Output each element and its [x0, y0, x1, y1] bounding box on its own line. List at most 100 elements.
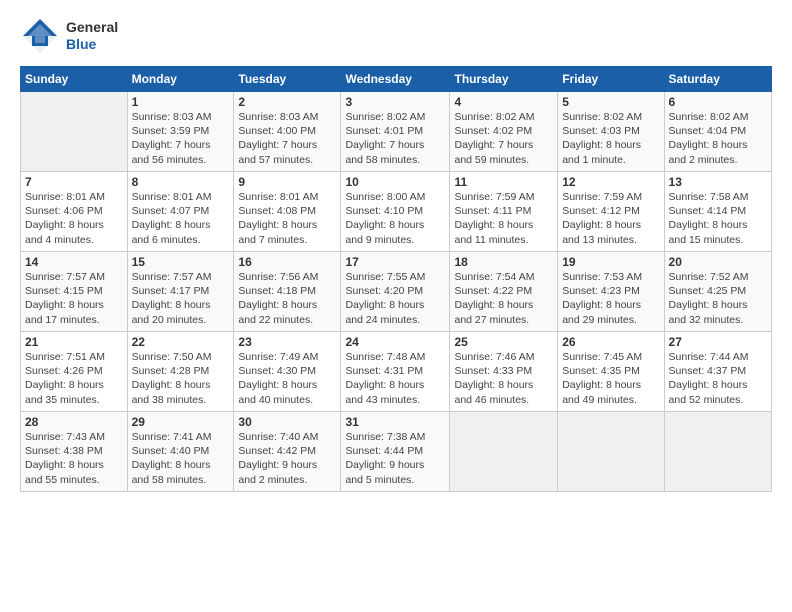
day-info: Sunrise: 7:56 AM Sunset: 4:18 PM Dayligh…	[238, 270, 336, 327]
calendar-week-row: 14Sunrise: 7:57 AM Sunset: 4:15 PM Dayli…	[21, 252, 772, 332]
calendar-cell: 25Sunrise: 7:46 AM Sunset: 4:33 PM Dayli…	[450, 332, 558, 412]
day-info: Sunrise: 8:02 AM Sunset: 4:02 PM Dayligh…	[454, 110, 553, 167]
day-number: 25	[454, 335, 553, 349]
weekday-header-monday: Monday	[127, 67, 234, 92]
day-number: 18	[454, 255, 553, 269]
day-number: 22	[132, 335, 230, 349]
day-number: 27	[669, 335, 767, 349]
day-info: Sunrise: 8:02 AM Sunset: 4:04 PM Dayligh…	[669, 110, 767, 167]
calendar-cell: 3Sunrise: 8:02 AM Sunset: 4:01 PM Daylig…	[341, 92, 450, 172]
calendar-cell: 8Sunrise: 8:01 AM Sunset: 4:07 PM Daylig…	[127, 172, 234, 252]
day-number: 15	[132, 255, 230, 269]
day-number: 7	[25, 175, 123, 189]
day-number: 17	[345, 255, 445, 269]
day-info: Sunrise: 7:53 AM Sunset: 4:23 PM Dayligh…	[562, 270, 659, 327]
logo-blue-text: Blue	[66, 36, 118, 53]
calendar-cell: 11Sunrise: 7:59 AM Sunset: 4:11 PM Dayli…	[450, 172, 558, 252]
calendar-cell: 14Sunrise: 7:57 AM Sunset: 4:15 PM Dayli…	[21, 252, 128, 332]
calendar-cell: 18Sunrise: 7:54 AM Sunset: 4:22 PM Dayli…	[450, 252, 558, 332]
day-number: 4	[454, 95, 553, 109]
calendar-cell: 31Sunrise: 7:38 AM Sunset: 4:44 PM Dayli…	[341, 412, 450, 492]
day-info: Sunrise: 7:40 AM Sunset: 4:42 PM Dayligh…	[238, 430, 336, 487]
day-number: 6	[669, 95, 767, 109]
calendar-week-row: 1Sunrise: 8:03 AM Sunset: 3:59 PM Daylig…	[21, 92, 772, 172]
logo: General Blue	[20, 16, 118, 56]
calendar-cell: 23Sunrise: 7:49 AM Sunset: 4:30 PM Dayli…	[234, 332, 341, 412]
day-number: 28	[25, 415, 123, 429]
day-number: 26	[562, 335, 659, 349]
weekday-header-friday: Friday	[558, 67, 664, 92]
day-info: Sunrise: 7:50 AM Sunset: 4:28 PM Dayligh…	[132, 350, 230, 407]
day-number: 8	[132, 175, 230, 189]
day-info: Sunrise: 7:43 AM Sunset: 4:38 PM Dayligh…	[25, 430, 123, 487]
calendar-cell: 27Sunrise: 7:44 AM Sunset: 4:37 PM Dayli…	[664, 332, 771, 412]
day-info: Sunrise: 7:51 AM Sunset: 4:26 PM Dayligh…	[25, 350, 123, 407]
page: General Blue SundayMondayTuesdayWednesda…	[0, 0, 792, 612]
calendar-cell: 1Sunrise: 8:03 AM Sunset: 3:59 PM Daylig…	[127, 92, 234, 172]
day-number: 10	[345, 175, 445, 189]
logo-text-container: General Blue	[66, 19, 118, 53]
calendar-cell: 21Sunrise: 7:51 AM Sunset: 4:26 PM Dayli…	[21, 332, 128, 412]
calendar-cell: 12Sunrise: 7:59 AM Sunset: 4:12 PM Dayli…	[558, 172, 664, 252]
day-info: Sunrise: 8:01 AM Sunset: 4:06 PM Dayligh…	[25, 190, 123, 247]
calendar-week-row: 28Sunrise: 7:43 AM Sunset: 4:38 PM Dayli…	[21, 412, 772, 492]
day-number: 24	[345, 335, 445, 349]
day-number: 20	[669, 255, 767, 269]
logo-svg	[20, 16, 60, 56]
day-number: 9	[238, 175, 336, 189]
day-info: Sunrise: 8:03 AM Sunset: 4:00 PM Dayligh…	[238, 110, 336, 167]
calendar-cell: 19Sunrise: 7:53 AM Sunset: 4:23 PM Dayli…	[558, 252, 664, 332]
day-info: Sunrise: 8:00 AM Sunset: 4:10 PM Dayligh…	[345, 190, 445, 247]
calendar-cell: 10Sunrise: 8:00 AM Sunset: 4:10 PM Dayli…	[341, 172, 450, 252]
calendar-cell: 2Sunrise: 8:03 AM Sunset: 4:00 PM Daylig…	[234, 92, 341, 172]
weekday-header-saturday: Saturday	[664, 67, 771, 92]
weekday-header-sunday: Sunday	[21, 67, 128, 92]
calendar-cell: 20Sunrise: 7:52 AM Sunset: 4:25 PM Dayli…	[664, 252, 771, 332]
day-number: 30	[238, 415, 336, 429]
logo-general-text: General	[66, 19, 118, 36]
day-info: Sunrise: 7:46 AM Sunset: 4:33 PM Dayligh…	[454, 350, 553, 407]
day-number: 29	[132, 415, 230, 429]
day-info: Sunrise: 7:52 AM Sunset: 4:25 PM Dayligh…	[669, 270, 767, 327]
day-number: 3	[345, 95, 445, 109]
day-info: Sunrise: 7:44 AM Sunset: 4:37 PM Dayligh…	[669, 350, 767, 407]
day-number: 14	[25, 255, 123, 269]
day-info: Sunrise: 8:02 AM Sunset: 4:03 PM Dayligh…	[562, 110, 659, 167]
calendar-cell: 30Sunrise: 7:40 AM Sunset: 4:42 PM Dayli…	[234, 412, 341, 492]
calendar-cell: 7Sunrise: 8:01 AM Sunset: 4:06 PM Daylig…	[21, 172, 128, 252]
day-info: Sunrise: 7:59 AM Sunset: 4:12 PM Dayligh…	[562, 190, 659, 247]
day-info: Sunrise: 7:41 AM Sunset: 4:40 PM Dayligh…	[132, 430, 230, 487]
calendar-cell: 16Sunrise: 7:56 AM Sunset: 4:18 PM Dayli…	[234, 252, 341, 332]
calendar-cell: 28Sunrise: 7:43 AM Sunset: 4:38 PM Dayli…	[21, 412, 128, 492]
day-info: Sunrise: 7:54 AM Sunset: 4:22 PM Dayligh…	[454, 270, 553, 327]
day-info: Sunrise: 7:45 AM Sunset: 4:35 PM Dayligh…	[562, 350, 659, 407]
calendar-week-row: 21Sunrise: 7:51 AM Sunset: 4:26 PM Dayli…	[21, 332, 772, 412]
day-info: Sunrise: 8:01 AM Sunset: 4:08 PM Dayligh…	[238, 190, 336, 247]
day-number: 31	[345, 415, 445, 429]
calendar-cell: 15Sunrise: 7:57 AM Sunset: 4:17 PM Dayli…	[127, 252, 234, 332]
header: General Blue	[20, 16, 772, 56]
day-info: Sunrise: 8:03 AM Sunset: 3:59 PM Dayligh…	[132, 110, 230, 167]
day-number: 1	[132, 95, 230, 109]
day-number: 11	[454, 175, 553, 189]
day-number: 5	[562, 95, 659, 109]
calendar-cell	[21, 92, 128, 172]
day-info: Sunrise: 7:58 AM Sunset: 4:14 PM Dayligh…	[669, 190, 767, 247]
calendar-cell: 6Sunrise: 8:02 AM Sunset: 4:04 PM Daylig…	[664, 92, 771, 172]
calendar-cell	[558, 412, 664, 492]
day-number: 2	[238, 95, 336, 109]
calendar-cell	[664, 412, 771, 492]
calendar-cell: 26Sunrise: 7:45 AM Sunset: 4:35 PM Dayli…	[558, 332, 664, 412]
day-info: Sunrise: 7:57 AM Sunset: 4:17 PM Dayligh…	[132, 270, 230, 327]
calendar-cell: 4Sunrise: 8:02 AM Sunset: 4:02 PM Daylig…	[450, 92, 558, 172]
calendar-cell: 17Sunrise: 7:55 AM Sunset: 4:20 PM Dayli…	[341, 252, 450, 332]
calendar-cell: 5Sunrise: 8:02 AM Sunset: 4:03 PM Daylig…	[558, 92, 664, 172]
calendar-cell: 24Sunrise: 7:48 AM Sunset: 4:31 PM Dayli…	[341, 332, 450, 412]
weekday-header-tuesday: Tuesday	[234, 67, 341, 92]
calendar-cell: 29Sunrise: 7:41 AM Sunset: 4:40 PM Dayli…	[127, 412, 234, 492]
calendar-cell: 13Sunrise: 7:58 AM Sunset: 4:14 PM Dayli…	[664, 172, 771, 252]
day-number: 19	[562, 255, 659, 269]
day-info: Sunrise: 7:57 AM Sunset: 4:15 PM Dayligh…	[25, 270, 123, 327]
calendar-cell: 22Sunrise: 7:50 AM Sunset: 4:28 PM Dayli…	[127, 332, 234, 412]
day-info: Sunrise: 7:59 AM Sunset: 4:11 PM Dayligh…	[454, 190, 553, 247]
